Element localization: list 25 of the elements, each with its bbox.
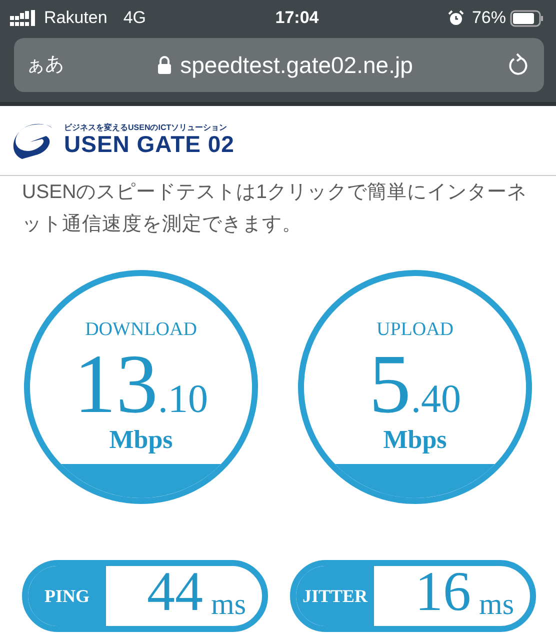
text-size-button[interactable]: ぁあ <box>26 50 64 80</box>
gauge-label: UPLOAD <box>375 320 455 339</box>
url-text[interactable]: speedtest.gate02.ne.jp <box>180 48 413 82</box>
gauge-unit: Mbps <box>382 427 448 453</box>
status-time: 17:04 <box>275 7 319 30</box>
intro-paragraph: USENのスピードテストは1クリックで簡単にインターネット通信速度を測定できます。 <box>21 180 528 237</box>
logo-text: USEN GATE 02 <box>64 132 234 158</box>
battery-percent: 76% <box>472 7 506 30</box>
battery-icon <box>510 10 544 26</box>
logo-tagline: ビジネスを変えるUSENのICTソリューション <box>64 124 228 132</box>
network-type: 4G <box>123 7 146 30</box>
alarm-icon <box>448 10 464 26</box>
metric-unit: ms <box>478 590 514 620</box>
gauge-value: 5.40 <box>368 343 462 427</box>
gauge-unit: Mbps <box>108 427 174 453</box>
metric-label: PING <box>28 566 106 626</box>
lock-icon <box>157 55 172 75</box>
signal-icon <box>10 10 36 26</box>
metric-value: 16 <box>414 566 471 620</box>
metric-value: 44 <box>146 566 203 620</box>
gauge-value: 13.10 <box>73 343 209 427</box>
metric-unit: ms <box>210 590 246 620</box>
metric-label: JITTER <box>296 566 374 626</box>
carrier-name: Rakuten <box>44 7 108 30</box>
gauge-label: DOWNLOAD <box>84 320 198 339</box>
